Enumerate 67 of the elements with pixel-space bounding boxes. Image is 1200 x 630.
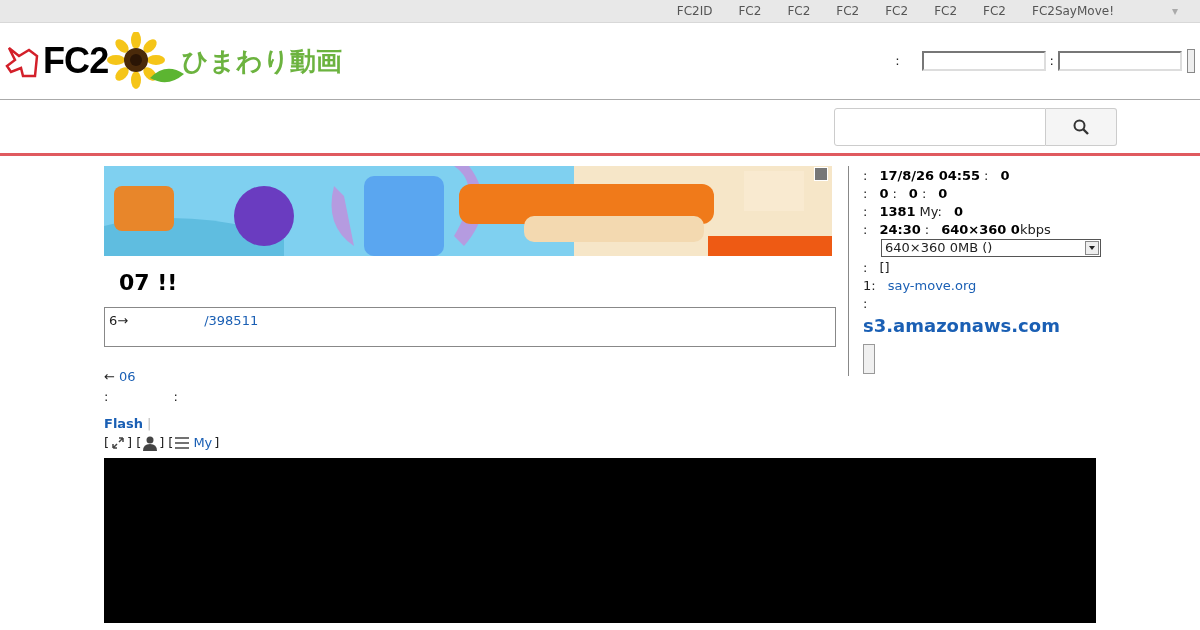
source-link[interactable]: s3.amazonaws.com [863, 312, 1108, 339]
info-value: 0 [1000, 167, 1010, 185]
password-field[interactable] [1058, 51, 1182, 71]
meta-label: : [104, 387, 109, 406]
list-icon [175, 437, 190, 449]
quality-select[interactable]: 640×360 0MB () [881, 239, 1101, 257]
bracket: [ [136, 434, 142, 453]
info-value: 0 [938, 185, 948, 203]
field-label: : [895, 52, 900, 71]
previous-link[interactable]: 06 [118, 367, 136, 387]
info-value: 0 [953, 203, 963, 221]
bracket: [ [104, 434, 110, 453]
list-button[interactable]: My [175, 433, 213, 453]
bracket: ] [127, 434, 133, 453]
nav-link[interactable]: FC2 [836, 2, 860, 20]
nav-link[interactable]: FC2SayMove! [1032, 2, 1114, 20]
info-value: 17/8/26 04:55 [879, 167, 981, 185]
info-label: : [984, 167, 989, 185]
info-link[interactable]: say-move.org [887, 276, 977, 296]
info-value: 640×360 0 [941, 221, 1020, 239]
search-field[interactable] [834, 107, 1046, 146]
video-title: 07 !! [119, 269, 179, 297]
nav-link[interactable]: FC2 [934, 2, 958, 20]
ad-choice-icon[interactable] [814, 167, 828, 181]
info-label: : [921, 185, 927, 203]
bracket: [ [168, 434, 174, 453]
nav-link[interactable]: FC2 [983, 2, 1006, 20]
info-label: My: [919, 203, 942, 221]
info-label: : [863, 221, 868, 239]
description-link[interactable]: /398511 [204, 311, 259, 346]
arrow-text: ← [104, 368, 115, 386]
info-label: 1: [863, 277, 876, 295]
info-label: : [863, 295, 868, 313]
flash-link[interactable]: Flash [104, 413, 144, 433]
field-label: : [1049, 52, 1054, 71]
nav-link[interactable]: FC2ID [676, 2, 713, 20]
meta-label: : [173, 387, 178, 406]
info-value: 0 [908, 185, 918, 203]
info-label: : [863, 167, 868, 185]
expand-button[interactable] [111, 436, 126, 450]
description-text: 6→ [109, 312, 129, 330]
info-label: : [863, 185, 868, 203]
user-button[interactable] [143, 435, 158, 451]
info-label: [] [879, 259, 890, 277]
search-icon [1073, 118, 1089, 135]
nav-link[interactable]: FC2 [885, 2, 909, 20]
info-value: 24:30 [879, 221, 921, 239]
user-icon [143, 435, 158, 451]
separator: | [147, 414, 152, 433]
search-button[interactable] [1046, 107, 1117, 146]
bracket: ] [214, 434, 220, 453]
info-label: : [863, 259, 868, 277]
info-value: 0 [879, 185, 889, 203]
small-button[interactable] [863, 344, 875, 374]
info-label: : [892, 185, 897, 203]
login-field[interactable] [921, 51, 1046, 71]
caret-icon [1085, 241, 1099, 255]
site-logo[interactable]: FC2 ひまわり動画 [5, 32, 343, 90]
expand-icon [111, 436, 126, 450]
nav-link[interactable]: FC2 [787, 2, 811, 20]
login-button[interactable] [1187, 49, 1195, 73]
nav-link[interactable]: FC2 [738, 2, 762, 20]
info-label: : [863, 203, 868, 221]
info-label: : [924, 221, 930, 239]
bracket: ] [159, 434, 165, 453]
info-value: 1381 [879, 203, 916, 221]
info-label: kbps [1019, 221, 1051, 239]
